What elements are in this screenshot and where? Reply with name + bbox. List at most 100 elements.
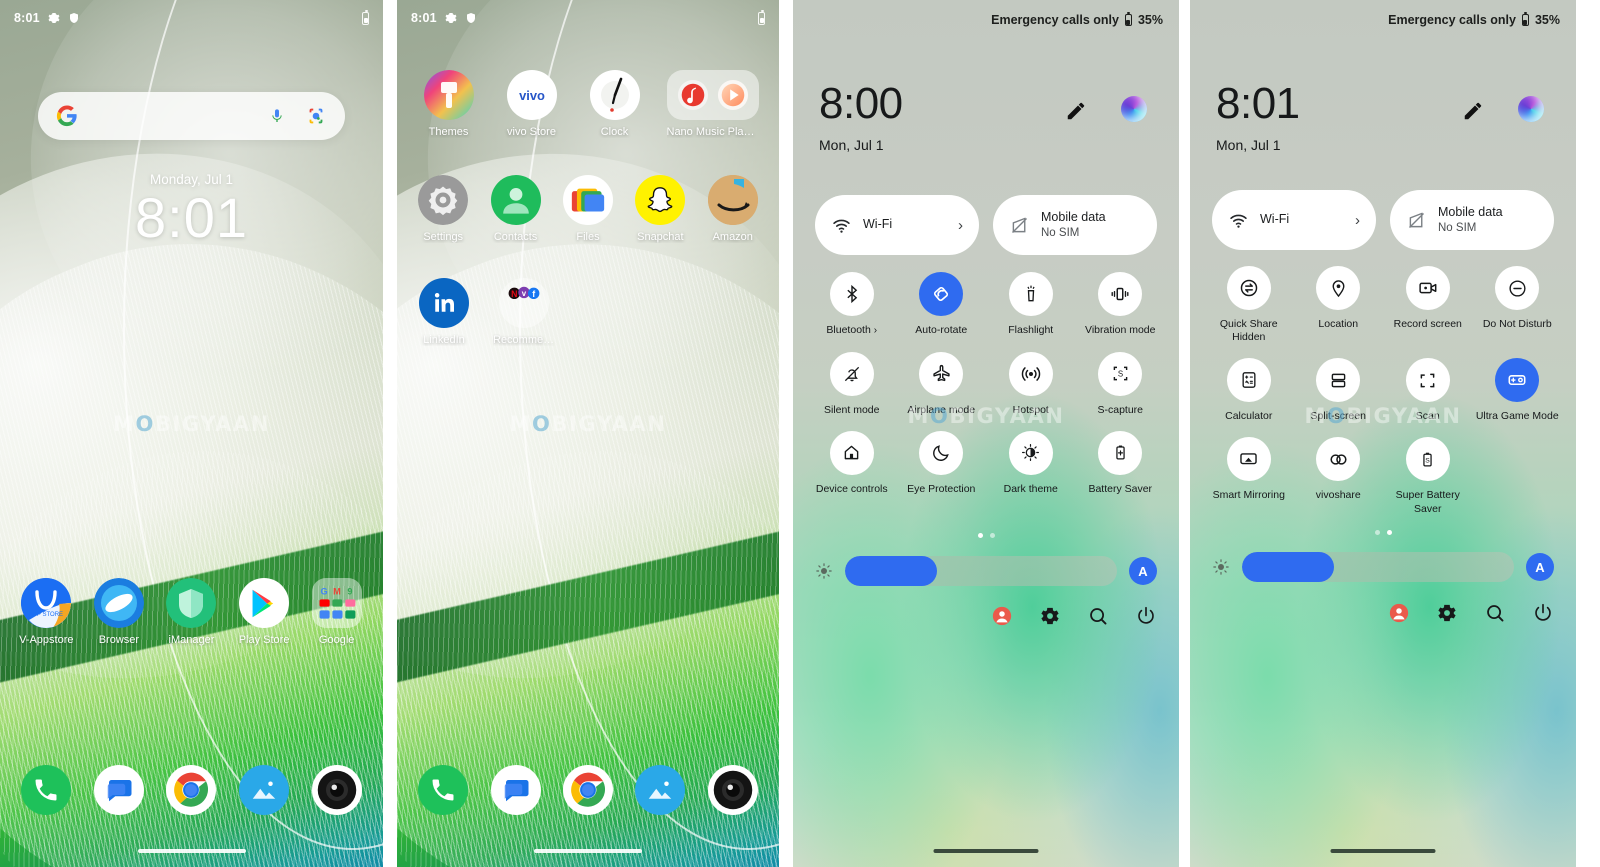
dock-chrome[interactable] [160,765,222,815]
user-account-icon[interactable] [991,605,1013,627]
qs-tile-do-not-disturb[interactable]: Do Not Disturb [1473,266,1563,344]
app-nano-music-player[interactable]: Nano Music Player [666,70,759,138]
dock-gallery[interactable] [233,765,295,815]
qs-tile-airplane-mode[interactable]: Airplane mode [897,351,987,417]
home-indicator[interactable] [933,849,1039,853]
tile-subtitle: No SIM [1041,226,1080,239]
chevron-right-icon[interactable]: › [1355,212,1360,229]
home-indicator[interactable] [534,849,642,853]
app-files[interactable]: Files [557,175,619,243]
app-linkedin[interactable]: LinkedIn [413,278,475,346]
home-indicator[interactable] [1330,849,1436,853]
qs-tile-battery-saver[interactable]: Battery Saver [1076,430,1166,496]
qs-tile-vivoshare[interactable]: vivoshare [1294,437,1384,515]
app-settings[interactable]: Settings [412,175,474,243]
dock-gallery[interactable] [629,765,691,815]
svg-text:S: S [1426,457,1431,464]
app-contacts[interactable]: Contacts [485,175,547,243]
qs-tile-wifi[interactable]: Wi-Fi › [815,195,979,255]
qs-tile-wifi[interactable]: Wi-Fi › [1212,190,1376,250]
mic-icon[interactable] [269,105,285,127]
scan-icon [1420,373,1435,388]
gallery-icon [252,781,276,799]
settings-gear-icon[interactable] [1436,602,1458,624]
google-lens-icon[interactable] [305,105,327,127]
chevron-right-icon[interactable]: › [874,325,877,336]
power-icon[interactable] [1135,605,1157,627]
user-avatar-icon[interactable] [1518,96,1544,122]
qs-tile-mobile-data[interactable]: Mobile data No SIM [1390,190,1554,250]
page-dot-2[interactable] [1386,530,1392,535]
search-icon[interactable] [1484,602,1506,624]
qs-tile-silent-mode[interactable]: Silent mode [807,351,897,417]
qs-tile-auto-rotate[interactable]: Auto-rotate [897,272,987,338]
app-imanager[interactable]: iManager [160,578,222,646]
app-amazon[interactable]: Amazon [702,175,764,243]
dock-camera[interactable] [306,765,368,815]
dock-messages[interactable] [88,765,150,815]
qs-tile-record-screen[interactable]: Record screen [1383,266,1473,344]
qs-tile-device-controls[interactable]: Device controls [807,430,897,496]
qs-tile-mobile-data[interactable]: Mobile data No SIM [993,195,1157,255]
app-v-appstore[interactable]: APP STORE V-Appstore [15,578,77,646]
qs-tile-s-capture[interactable]: S S-capture [1076,351,1166,417]
google-search-bar[interactable] [38,92,345,140]
qs-tile-ultra-game-mode[interactable]: Ultra Game Mode [1473,358,1563,423]
brightness-slider[interactable] [1242,552,1514,582]
brightness-slider[interactable] [845,556,1117,586]
app-play-store[interactable]: Play Store [233,578,295,646]
app-snapchat[interactable]: Snapchat [629,175,691,243]
app-label: iManager [168,634,215,646]
dock-phone[interactable] [15,765,77,815]
qs-tile-smart-mirroring[interactable]: Smart Mirroring [1204,437,1294,515]
qs-tile-calculator[interactable]: Calculator [1204,358,1294,423]
qs-tile-split-screen[interactable]: Split-screen [1294,358,1384,423]
auto-brightness-toggle[interactable]: A [1526,553,1554,581]
home-indicator[interactable] [137,849,246,853]
settings-gear-icon[interactable] [1039,605,1061,627]
qs-tile-grid: Quick Share Hidden Location Record scree… [1204,266,1562,530]
page-dot-2[interactable] [989,533,995,538]
battery-saver-icon [1116,445,1125,460]
phone-panel-quick-settings-2: Emergency calls only 35% 8:01 Mon, Jul 1… [1190,0,1576,867]
qs-tile-scan[interactable]: Scan [1383,358,1473,423]
auto-brightness-toggle[interactable]: A [1129,557,1157,585]
app-browser[interactable]: Browser [88,578,150,646]
qs-tile-quick-share[interactable]: Quick Share Hidden [1204,266,1294,344]
page-dot-1[interactable] [977,533,983,538]
dock-chrome[interactable] [557,765,619,815]
qs-tile-eye-protection[interactable]: Eye Protection [897,430,987,496]
chevron-right-icon[interactable]: › [958,217,963,234]
dock-messages[interactable] [485,765,547,815]
search-icon[interactable] [1087,605,1109,627]
app-clock[interactable]: Clock [584,70,646,138]
qs-tile-location[interactable]: Location [1294,266,1384,344]
battery-icon [1521,12,1529,26]
chrome-icon [174,772,209,808]
qs-tile-flashlight[interactable]: Flashlight [986,272,1076,338]
dock-phone[interactable] [412,765,474,815]
battery-icon [758,9,765,25]
qs-tile-vibration[interactable]: Vibration mode [1076,272,1166,338]
pencil-edit-icon[interactable] [1065,100,1087,122]
page-dot-1[interactable] [1374,530,1380,535]
app-label: Play Store [238,634,290,646]
user-avatar-icon[interactable] [1121,96,1147,122]
app-google-folder[interactable]: G M 9 Google [306,578,368,646]
qs-clock: 8:01 Mon, Jul 1 [1216,82,1300,154]
power-icon[interactable] [1532,602,1554,624]
qs-footer [1388,602,1554,624]
app-themes[interactable]: Themes [418,70,480,138]
qs-tile-bluetooth[interactable]: Bluetooth › [807,272,897,338]
qs-tile-dark-theme[interactable]: Dark theme [986,430,1076,496]
clock-widget[interactable]: Monday, Jul 1 8:01 [0,172,383,248]
qs-tile-super-battery-saver[interactable]: S Super Battery Saver [1383,437,1473,515]
app-recommendations-folder[interactable]: N v f Recommen… [493,278,555,346]
pencil-edit-icon[interactable] [1462,100,1484,122]
dock-camera[interactable] [702,765,764,815]
app-vivo-store[interactable]: vivo vivo Store [501,70,563,138]
app-grid-row-3: LinkedIn N v f Recommen… [397,278,779,346]
qs-tile-hotspot[interactable]: Hotspot [986,351,1076,417]
user-account-icon[interactable] [1388,602,1410,624]
v-appstore-icon: APP STORE [21,578,72,628]
